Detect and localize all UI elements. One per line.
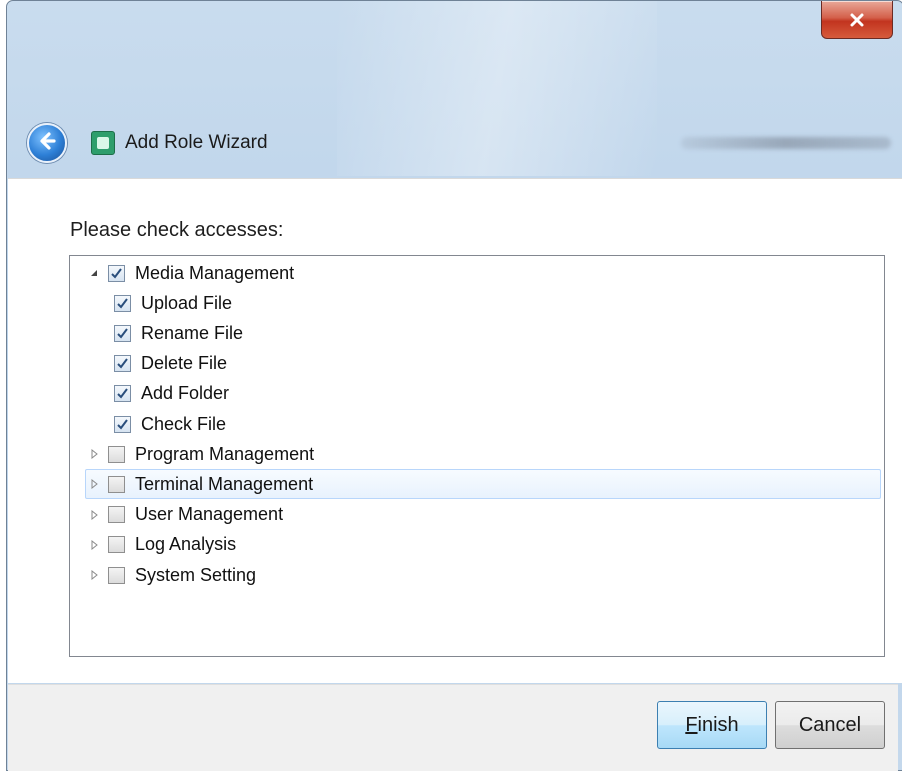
access-checkbox[interactable]: [108, 264, 125, 282]
tree-item[interactable]: Program Management: [86, 439, 314, 469]
cancel-button[interactable]: Cancel: [775, 701, 885, 749]
access-checkbox[interactable]: [108, 475, 125, 493]
triangle-down-icon[interactable]: [86, 265, 102, 281]
wizard-title: Add Role Wizard: [125, 132, 268, 153]
tree-item-label: Add Folder: [141, 383, 230, 404]
tree-item[interactable]: Media Management: [86, 258, 294, 288]
checkmark-icon: [110, 267, 123, 280]
tree-item[interactable]: Check File: [114, 409, 226, 439]
close-button[interactable]: [821, 1, 893, 39]
tree-item[interactable]: Delete File: [114, 349, 227, 379]
triangle-right-icon[interactable]: [86, 446, 102, 462]
back-arrow-icon: [36, 130, 58, 157]
tree-item[interactable]: Upload File: [114, 288, 232, 318]
wizard-content: Please check accesses: Media Management U…: [8, 178, 902, 683]
tree-item[interactable]: User Management: [86, 500, 283, 530]
tree-item-label: Upload File: [141, 292, 233, 313]
titlebar-glass: [337, 1, 657, 176]
access-checkbox[interactable]: [114, 355, 131, 373]
close-icon: [849, 12, 865, 28]
checkmark-icon: [116, 327, 129, 340]
checkmark-icon: [116, 357, 129, 370]
access-tree[interactable]: Media Management Upload File Rename File De…: [69, 255, 885, 657]
finish-button[interactable]: Finish: [657, 701, 767, 749]
checkmark-icon: [116, 387, 129, 400]
finish-label: inish: [697, 713, 739, 736]
tree-item[interactable]: Terminal Management: [85, 469, 881, 500]
tree-item-label: Rename File: [141, 322, 244, 343]
triangle-right-icon[interactable]: [86, 537, 102, 553]
finish-accelerator: F: [685, 713, 698, 736]
checkmark-icon: [116, 418, 129, 431]
tree-item-label: Media Management: [135, 262, 295, 283]
wizard-app-icon: [91, 131, 115, 155]
tree-item-label: Log Analysis: [135, 534, 237, 555]
tree-item[interactable]: Rename File: [114, 318, 243, 348]
triangle-right-icon[interactable]: [86, 476, 102, 492]
checkmark-icon: [116, 297, 129, 310]
access-checkbox[interactable]: [108, 506, 125, 524]
tree-item-label: System Setting: [135, 564, 257, 585]
access-checkbox[interactable]: [114, 294, 131, 312]
button-bar: Finish Cancel: [8, 684, 898, 771]
background-window-text: [681, 137, 891, 149]
tree-item-label: User Management: [135, 504, 284, 525]
tree-item-label: Program Management: [135, 443, 315, 464]
cancel-label: Cancel: [798, 713, 862, 736]
tree-item-label: Terminal Management: [135, 473, 314, 494]
access-checkbox[interactable]: [114, 385, 131, 403]
triangle-right-icon[interactable]: [86, 567, 102, 583]
triangle-right-icon[interactable]: [86, 507, 102, 523]
tree-item-label: Delete File: [141, 353, 228, 374]
tree-item-label: Check File: [141, 413, 227, 434]
back-button[interactable]: [27, 123, 67, 163]
access-checkbox[interactable]: [114, 415, 131, 433]
tree-item[interactable]: Log Analysis: [86, 530, 236, 560]
access-checkbox[interactable]: [108, 445, 125, 463]
tree-item[interactable]: Add Folder: [114, 379, 229, 409]
tree-item[interactable]: System Setting: [86, 560, 256, 590]
prompt-label: Please check accesses:: [70, 219, 284, 241]
access-checkbox[interactable]: [114, 324, 131, 342]
access-checkbox[interactable]: [108, 566, 125, 584]
access-checkbox[interactable]: [108, 536, 125, 554]
